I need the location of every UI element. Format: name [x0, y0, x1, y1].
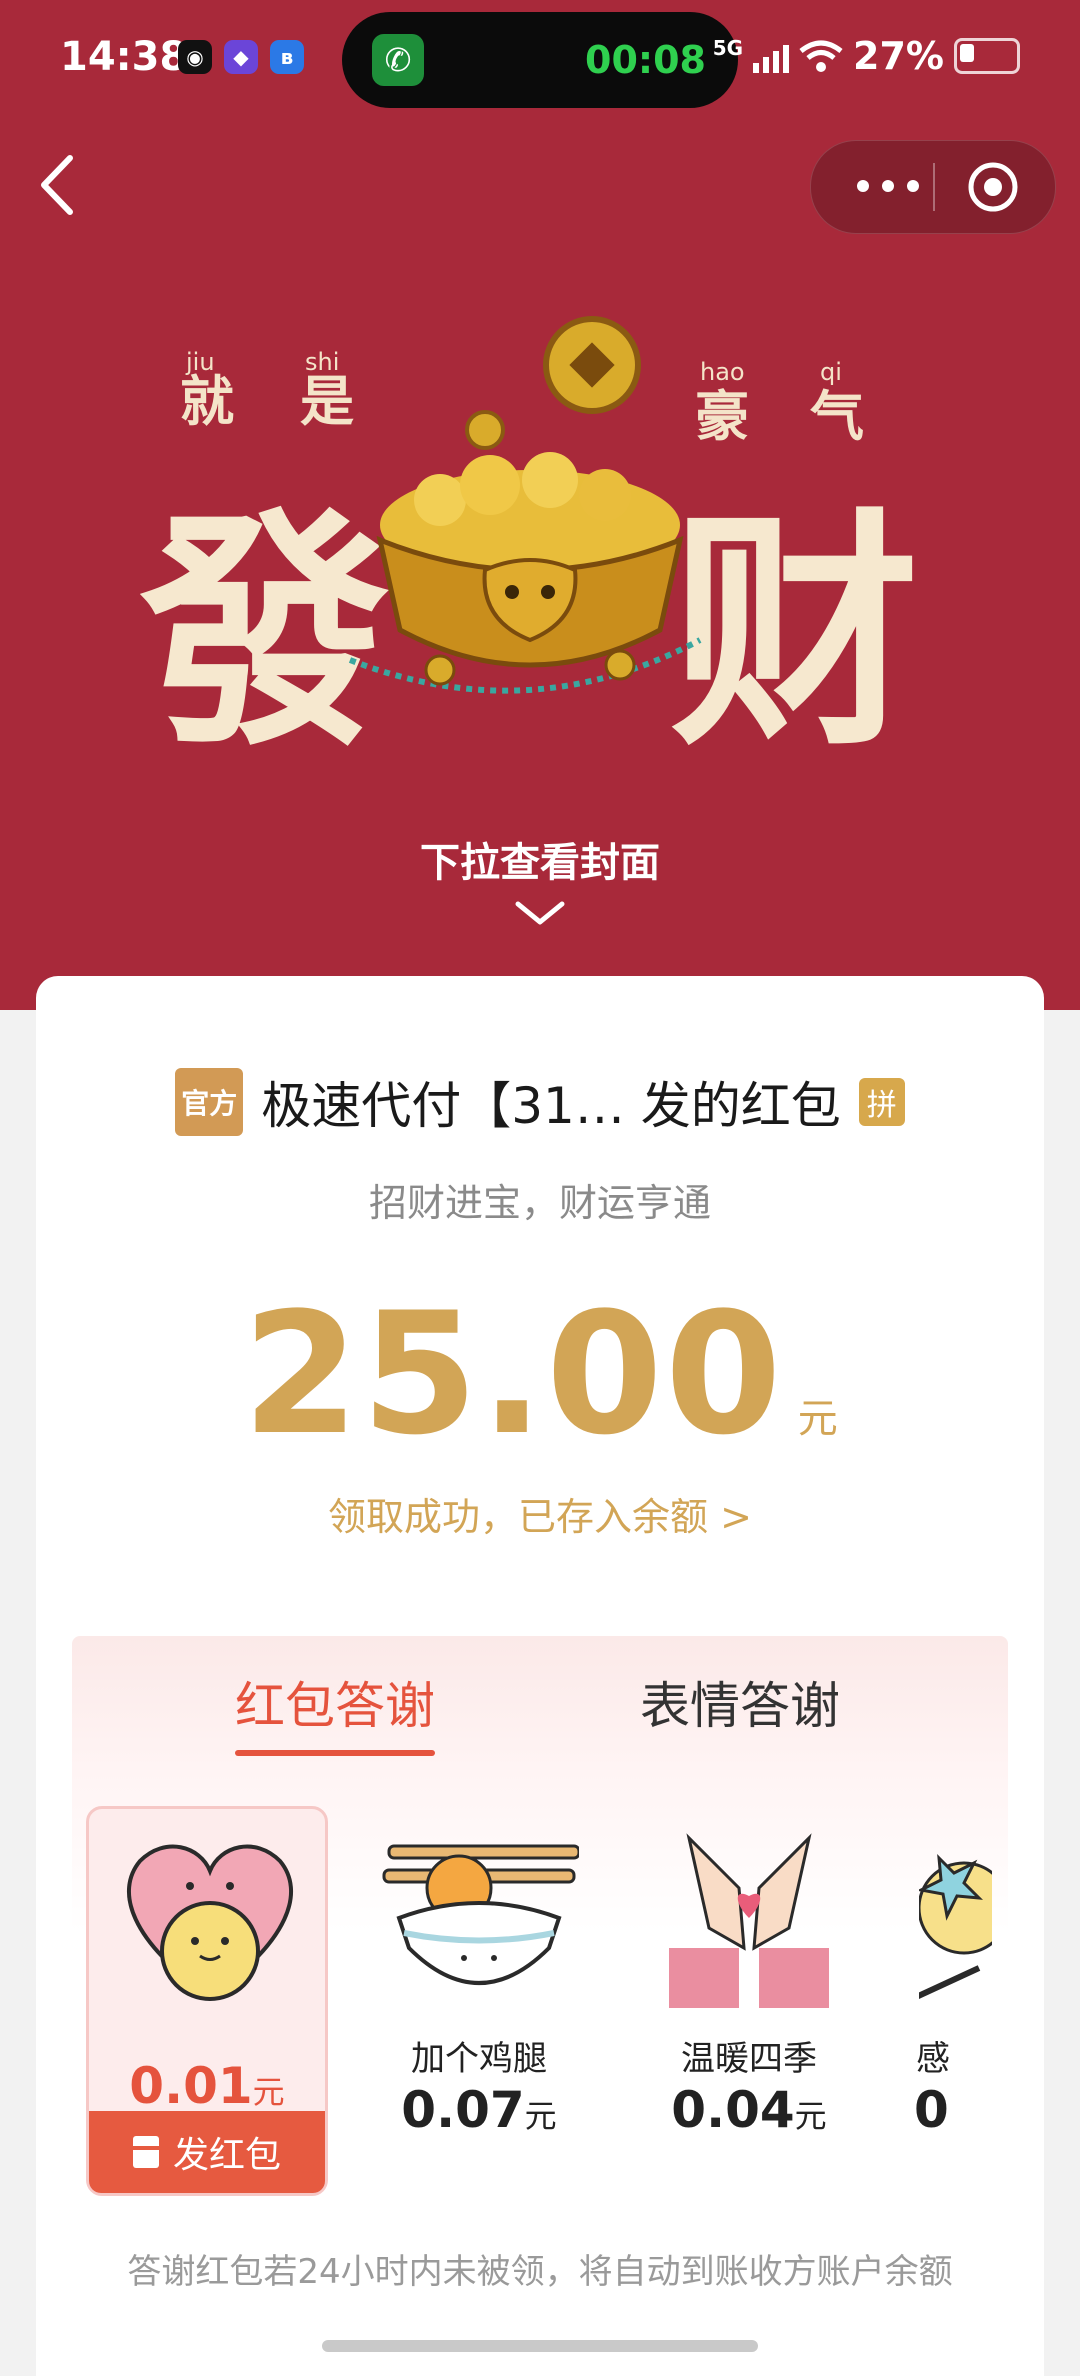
gift-price: 0.07元 [401, 2081, 557, 2139]
capsule-divider [933, 163, 935, 211]
send-red-packet-button[interactable]: 发红包 [89, 2111, 325, 2193]
amount-unit: 元 [797, 1396, 838, 1442]
thanks-gift-list: 0.01元 发红包 加个鸡腿 0.07元 温暖四季 0.04元 感 0 [72, 1806, 992, 2226]
gift-name: 加个鸡腿 [411, 2039, 547, 2079]
close-target-icon[interactable] [965, 159, 1021, 215]
home-indicator[interactable] [322, 2340, 758, 2352]
status-right: 5G 27% [713, 34, 1020, 78]
wifi-icon [799, 40, 843, 72]
heart-hands-icon [669, 1833, 829, 2008]
sender-row: 官方 极速代付【31… 发的红包 拼 [36, 1066, 1044, 1138]
sender-title: 极速代付【31… 发的红包 [261, 1077, 841, 1135]
treasure-bowl-icon [348, 452, 702, 694]
phone-icon: ✆ [372, 34, 424, 86]
char-jiu: 就 [180, 370, 234, 433]
network-type: 5G [712, 36, 744, 60]
heart-hug-icon [126, 1844, 294, 2001]
active-tab-indicator [235, 1750, 435, 1756]
char-hao: 豪 [695, 385, 749, 448]
official-badge: 官方 [175, 1068, 244, 1136]
char-fa: 發 [140, 488, 390, 760]
thanks-footnote: 答谢红包若24小时内未被领，将自动到账收方账户余额 [127, 2252, 953, 2292]
battery-percent: 27% [853, 34, 944, 78]
gift-price: 0.01元 [129, 2057, 285, 2115]
rice-bowl-drumstick-icon [382, 1844, 579, 1985]
chevron-down-icon[interactable] [514, 898, 566, 928]
char-qi: 气 [810, 385, 864, 448]
gift-name: 感 [916, 2039, 950, 2079]
gift-name: 温暖四季 [681, 2039, 817, 2079]
thanks-panel: 红包答谢 表情答谢 0.01元 发红包 加个鸡腿 0.07元 温暖四季 0.04… [72, 1636, 1008, 2376]
balance-link[interactable]: 领取成功，已存入余额 > [36, 1486, 1044, 1541]
gift-price: 0.04元 [671, 2081, 827, 2139]
tab-red-packet-thanks[interactable]: 红包答谢 [235, 1666, 435, 1738]
char-cai: 财 [670, 488, 920, 760]
red-envelope-detail-card: 官方 极速代付【31… 发的红包 拼 招财进宝，财运亨通 25.00 元 领取成… [36, 976, 1044, 2376]
gift-item-selected[interactable]: 0.01元 发红包 [86, 1806, 328, 2196]
gift-price: 0 [914, 2081, 949, 2139]
tab-sticker-thanks[interactable]: 表情答谢 [640, 1666, 840, 1738]
status-bar: 14:38 ◉ ◆ ʙ ✆ 00:08 5G 27% [0, 0, 1080, 120]
red-envelope-cover-art: jiu shi hao qi 就 是 豪 气 發 财 [140, 316, 920, 760]
back-chevron-icon[interactable] [30, 150, 90, 220]
char-shi: 是 [300, 370, 354, 433]
red-packet-icon [132, 2136, 159, 2168]
dynamic-island-call[interactable]: ✆ 00:08 [342, 12, 738, 108]
clock: 14:38 [60, 34, 188, 80]
amount-row: 25.00 元 [36, 1276, 1044, 1472]
gold-coin-icon [465, 316, 641, 450]
vpn-shield-icon: ◆ [224, 40, 258, 74]
pull-down-hint[interactable]: 下拉查看封面 [0, 830, 1080, 888]
gift-item-partial[interactable]: 感 0 [898, 1806, 992, 2196]
received-amount: 25.00 [242, 1276, 784, 1472]
blessing-text: 招财进宝，财运亨通 [368, 1181, 711, 1225]
signal-icon [753, 39, 790, 73]
qq-icon: ◉ [178, 40, 212, 74]
battery-icon [954, 38, 1020, 74]
notification-icons: ◉ ◆ ʙ [178, 40, 304, 74]
gift-item[interactable]: 温暖四季 0.04元 [628, 1806, 870, 2196]
pin-badge: 拼 [858, 1078, 905, 1126]
star-wand-icon [919, 1854, 992, 1999]
call-timer: 00:08 [585, 38, 706, 82]
pinyin-hao: hao [700, 358, 745, 386]
bluetooth-app-icon: ʙ [270, 40, 304, 74]
pinyin-qi: qi [820, 358, 842, 386]
gift-item[interactable]: 加个鸡腿 0.07元 [358, 1806, 600, 2196]
mini-program-capsule [810, 140, 1056, 234]
more-dots-icon[interactable] [853, 171, 923, 201]
